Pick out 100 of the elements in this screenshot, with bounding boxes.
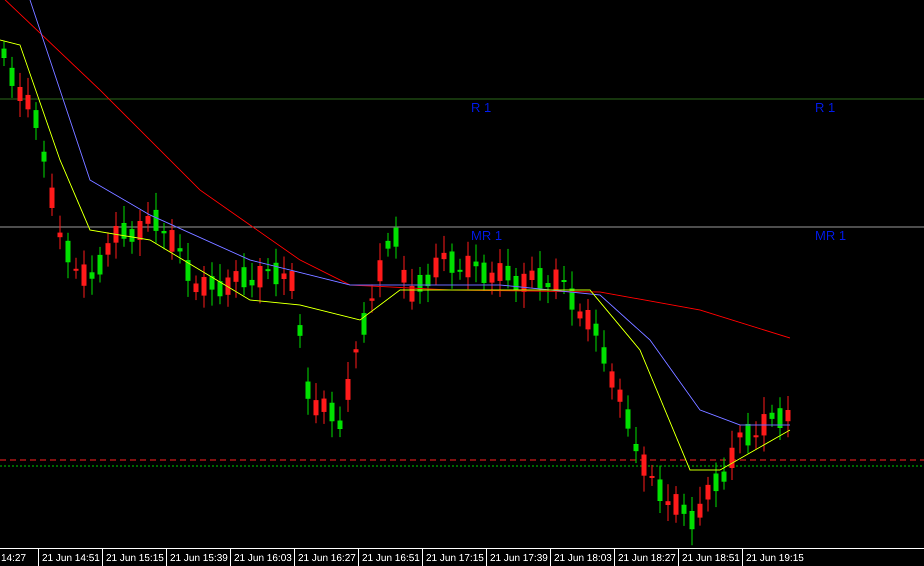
time-label: 21 Jun 18:27 [614, 549, 678, 566]
time-label: 14:27 [0, 552, 28, 566]
candlestick [690, 496, 694, 546]
candlestick [298, 314, 302, 348]
candlestick [258, 257, 262, 304]
candlestick [354, 340, 358, 369]
candlestick [122, 205, 126, 248]
candlestick [434, 243, 438, 286]
candlestick [194, 275, 198, 301]
candlestick [10, 56, 14, 98]
candlestick [402, 255, 406, 300]
candlestick [722, 457, 726, 490]
candlestick [506, 248, 510, 289]
candlestick [738, 424, 742, 454]
candlestick [314, 382, 318, 424]
candlestick [370, 284, 374, 314]
candlestick [754, 420, 758, 450]
candlestick [330, 391, 334, 438]
candlestick [386, 232, 390, 258]
candlestick [98, 246, 102, 283]
candlestick [602, 330, 606, 372]
candlestick [514, 267, 518, 302]
candlestick [746, 412, 750, 454]
level-label: MR 1 [471, 228, 502, 243]
candlestick [106, 232, 110, 268]
candlestick [658, 464, 662, 514]
candlestick [82, 250, 86, 298]
candlestick [162, 222, 166, 250]
candlestick [2, 40, 6, 66]
candlestick [554, 258, 558, 300]
candlestick [146, 202, 150, 232]
candlestick [682, 493, 686, 526]
candlestick [362, 302, 366, 344]
candlestick [130, 220, 134, 254]
candlestick [618, 378, 622, 418]
candlestick [626, 394, 630, 438]
candlestick [170, 218, 174, 260]
candlestick [570, 270, 574, 326]
candlestick [114, 211, 118, 260]
candlestick [482, 254, 486, 292]
time-label: 21 Jun 15:39 [166, 549, 230, 566]
candlestick [74, 257, 78, 280]
candlestick [274, 248, 278, 297]
candlestick [586, 298, 590, 342]
candlestick [594, 309, 598, 352]
candlestick [714, 462, 718, 508]
candlestick [410, 268, 414, 310]
time-label: 21 Jun 15:15 [102, 549, 166, 566]
level-label: R 1 [815, 100, 836, 115]
candlestick [322, 390, 326, 424]
candlestick [90, 254, 94, 296]
candlestick [642, 446, 646, 492]
level-label: R 1 [471, 100, 492, 115]
candlestick [538, 250, 542, 302]
candlestick [138, 209, 142, 256]
candlestick [26, 77, 30, 118]
candlestick [418, 266, 422, 304]
candlestick [290, 262, 294, 300]
candlestick [698, 486, 702, 526]
time-label: 21 Jun 17:15 [422, 549, 486, 566]
candlestick [490, 261, 494, 296]
candlestick [202, 266, 206, 308]
candlestick [578, 302, 582, 327]
candlestick [634, 426, 638, 464]
candlestick [18, 72, 22, 118]
candlestick [346, 362, 350, 412]
candlestick [466, 241, 470, 290]
candlestick [610, 362, 614, 400]
time-label: 21 Jun 19:15 [742, 549, 806, 566]
candlestick [50, 173, 54, 216]
candlestick [378, 242, 382, 298]
time-label: 21 Jun 16:51 [358, 549, 422, 566]
candlestick [786, 396, 790, 438]
candlestick [778, 396, 782, 440]
candlestick [706, 476, 710, 512]
level-label: MR 1 [815, 228, 846, 243]
candlestick [186, 242, 190, 298]
candlestick [58, 215, 62, 250]
candlestick [394, 216, 398, 260]
time-label: 21 Jun 18:51 [678, 549, 742, 566]
candlestick [498, 248, 502, 298]
candlestick [522, 262, 526, 308]
candlestick [450, 242, 454, 290]
time-label: 21 Jun 17:39 [486, 549, 550, 566]
candlestick [266, 258, 270, 280]
candlestick [762, 396, 766, 452]
time-label: 21 Jun 14:51 [38, 549, 102, 566]
candlestick [562, 266, 566, 295]
candlestick [34, 102, 38, 140]
candlestick [306, 367, 310, 416]
candlestick [674, 486, 678, 524]
candlestick [546, 274, 550, 304]
candlestick [458, 258, 462, 280]
candlestick [442, 235, 446, 272]
candlestick [178, 234, 182, 264]
time-label: 21 Jun 18:03 [550, 549, 614, 566]
candlestick [210, 262, 214, 306]
candlestick [338, 406, 342, 438]
candlestick [242, 252, 246, 296]
candlestick [282, 256, 286, 296]
